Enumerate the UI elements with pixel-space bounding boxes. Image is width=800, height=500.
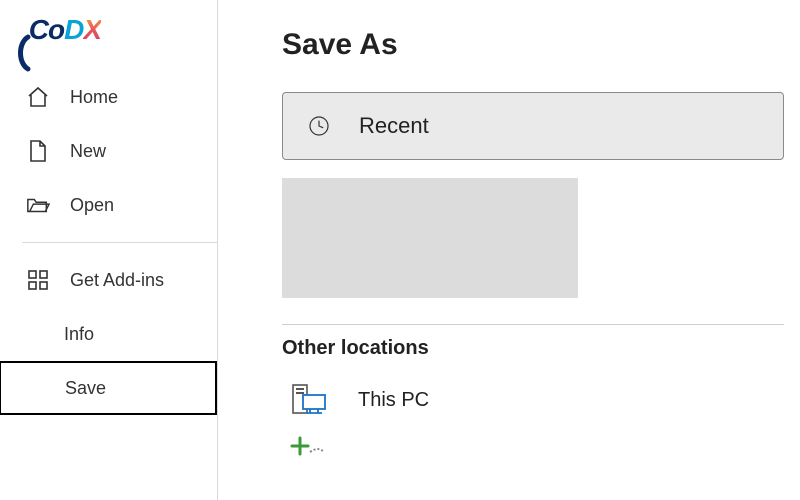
sidebar-item-label: New bbox=[70, 141, 106, 162]
page-title: Save As bbox=[282, 28, 784, 62]
sidebar-item-open[interactable]: Open bbox=[0, 178, 217, 232]
sidebar-item-label: Info bbox=[64, 324, 94, 345]
grid-icon bbox=[26, 268, 50, 292]
clock-icon bbox=[307, 114, 331, 138]
other-locations-heading: Other locations bbox=[282, 337, 784, 360]
recent-files-placeholder bbox=[282, 178, 578, 298]
app-logo: CoDX bbox=[0, 14, 217, 46]
section-divider bbox=[282, 324, 784, 325]
sidebar-item-info[interactable]: Info bbox=[0, 307, 217, 361]
sidebar-item-new[interactable]: New bbox=[0, 124, 217, 178]
location-this-pc[interactable]: This PC bbox=[282, 376, 784, 428]
recent-option[interactable]: Recent bbox=[282, 92, 784, 160]
this-pc-icon bbox=[290, 382, 330, 418]
sidebar-item-save[interactable]: Save bbox=[0, 361, 217, 415]
sidebar-item-addins[interactable]: Get Add-ins bbox=[0, 253, 217, 307]
sidebar-item-home[interactable]: Home bbox=[0, 70, 217, 124]
sidebar-item-label: Save bbox=[65, 378, 106, 399]
add-place-icon[interactable] bbox=[282, 434, 784, 463]
sidebar-item-label: Open bbox=[70, 195, 114, 216]
sidebar-item-label: Get Add-ins bbox=[70, 270, 164, 291]
main-panel: Save As Recent Other locations bbox=[218, 0, 800, 500]
sidebar-divider bbox=[22, 242, 217, 243]
sidebar: CoDX Home New bbox=[0, 0, 218, 500]
logo-swoosh-icon bbox=[14, 33, 34, 73]
folder-open-icon bbox=[26, 193, 50, 217]
document-icon bbox=[26, 139, 50, 163]
sidebar-item-label: Home bbox=[70, 87, 118, 108]
location-label: This PC bbox=[358, 389, 429, 412]
home-icon bbox=[26, 85, 50, 109]
recent-label: Recent bbox=[359, 113, 429, 139]
